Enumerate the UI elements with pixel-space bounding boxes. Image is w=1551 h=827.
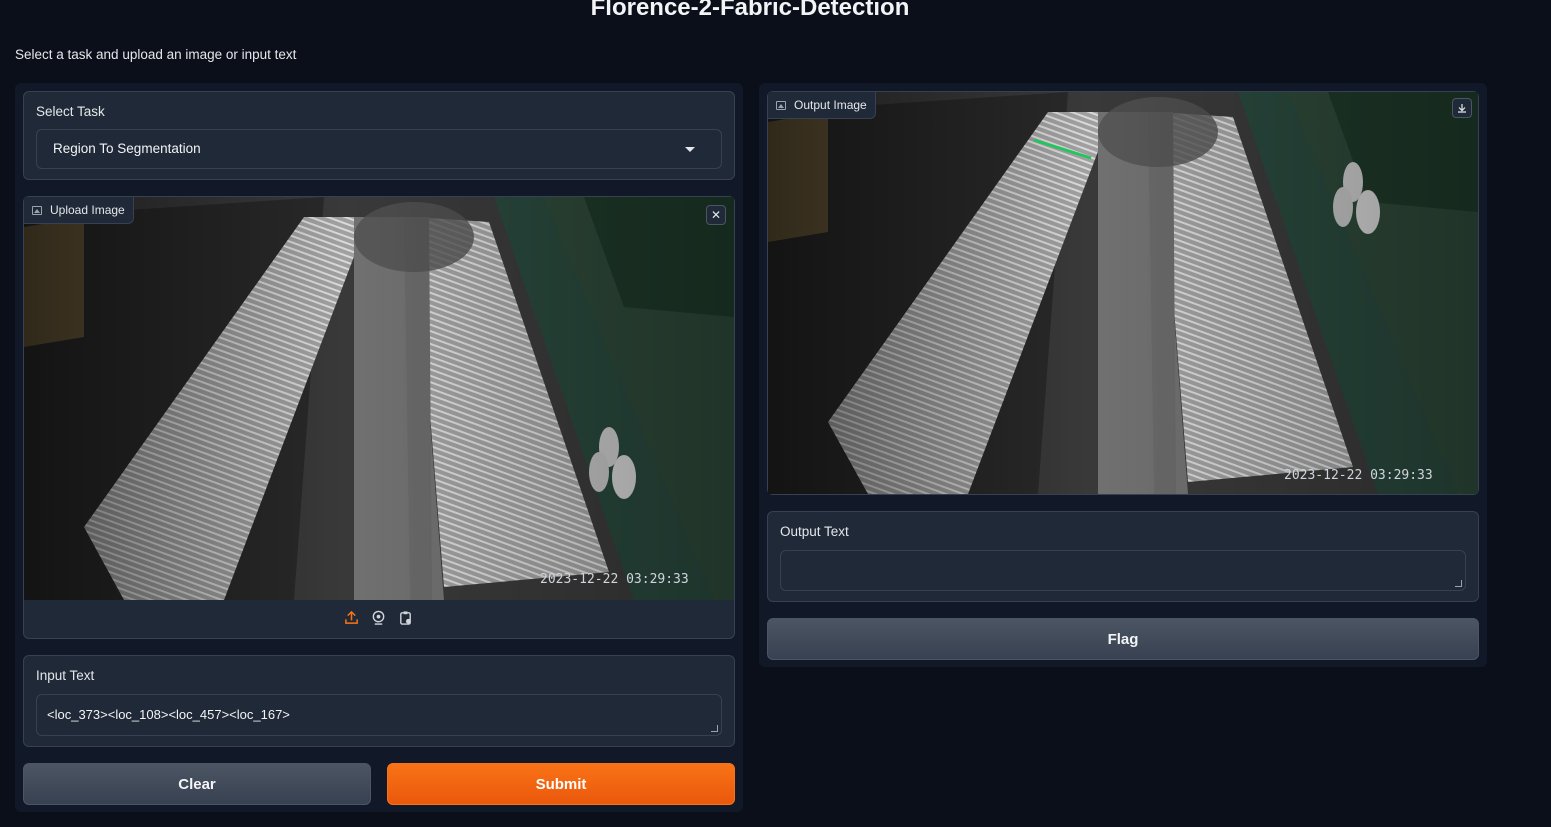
output-column: Output Image 2023-12-22 03:29:33 Output … (759, 83, 1487, 667)
clear-image-button[interactable]: ✕ (706, 205, 726, 225)
clipboard-icon[interactable] (398, 610, 413, 625)
webcam-icon[interactable] (371, 610, 386, 625)
output-image-timestamp: 2023-12-22 03:29:33 (1284, 468, 1433, 483)
fabric-photo-output (768, 92, 1478, 494)
output-image (768, 92, 1478, 494)
output-text-block: Output Text (767, 511, 1479, 602)
app-description: Select a task and upload an image or inp… (15, 47, 297, 62)
task-dropdown[interactable]: Region To Segmentation (36, 129, 722, 169)
resize-handle-icon[interactable] (1455, 580, 1462, 587)
image-icon (776, 101, 786, 110)
output-image-label: Output Image (768, 92, 876, 119)
output-text-label: Output Text (780, 524, 849, 539)
fabric-photo-input (24, 197, 734, 600)
task-selected-value: Region To Segmentation (53, 141, 201, 156)
image-icon (32, 206, 42, 215)
output-image-label-text: Output Image (794, 98, 867, 112)
upload-image-block: Upload Image ✕ 2023-12-22 03:29:33 (23, 196, 735, 639)
download-icon (1458, 104, 1466, 113)
clear-button[interactable]: Clear (23, 763, 371, 805)
output-text-field[interactable] (780, 550, 1466, 591)
input-text-label: Input Text (36, 668, 95, 683)
output-image-block: Output Image 2023-12-22 03:29:33 (767, 91, 1479, 495)
input-text-block: Input Text <loc_373><loc_108><loc_457><l… (23, 655, 735, 747)
chevron-down-icon (685, 147, 695, 152)
upload-icon[interactable] (344, 610, 359, 625)
task-block: Select Task Region To Segmentation (23, 91, 735, 180)
download-button[interactable] (1452, 98, 1472, 118)
submit-button[interactable]: Submit (387, 763, 735, 805)
flag-button[interactable]: Flag (767, 618, 1479, 660)
app-title: Florence-2-Fabric-Detection (590, 0, 910, 21)
upload-image-timestamp: 2023-12-22 03:29:33 (540, 572, 689, 587)
upload-image-label-text: Upload Image (50, 203, 125, 217)
close-icon: ✕ (710, 208, 722, 222)
input-text-value: <loc_373><loc_108><loc_457><loc_167> (47, 707, 290, 722)
resize-handle-icon[interactable] (711, 725, 718, 732)
image-source-toolbar (344, 610, 413, 625)
task-label: Select Task (36, 104, 105, 119)
upload-image-label: Upload Image (24, 197, 134, 224)
input-text-field[interactable]: <loc_373><loc_108><loc_457><loc_167> (36, 694, 722, 736)
uploaded-image[interactable] (24, 197, 734, 600)
input-column: Select Task Region To Segmentation Uploa… (15, 83, 743, 812)
